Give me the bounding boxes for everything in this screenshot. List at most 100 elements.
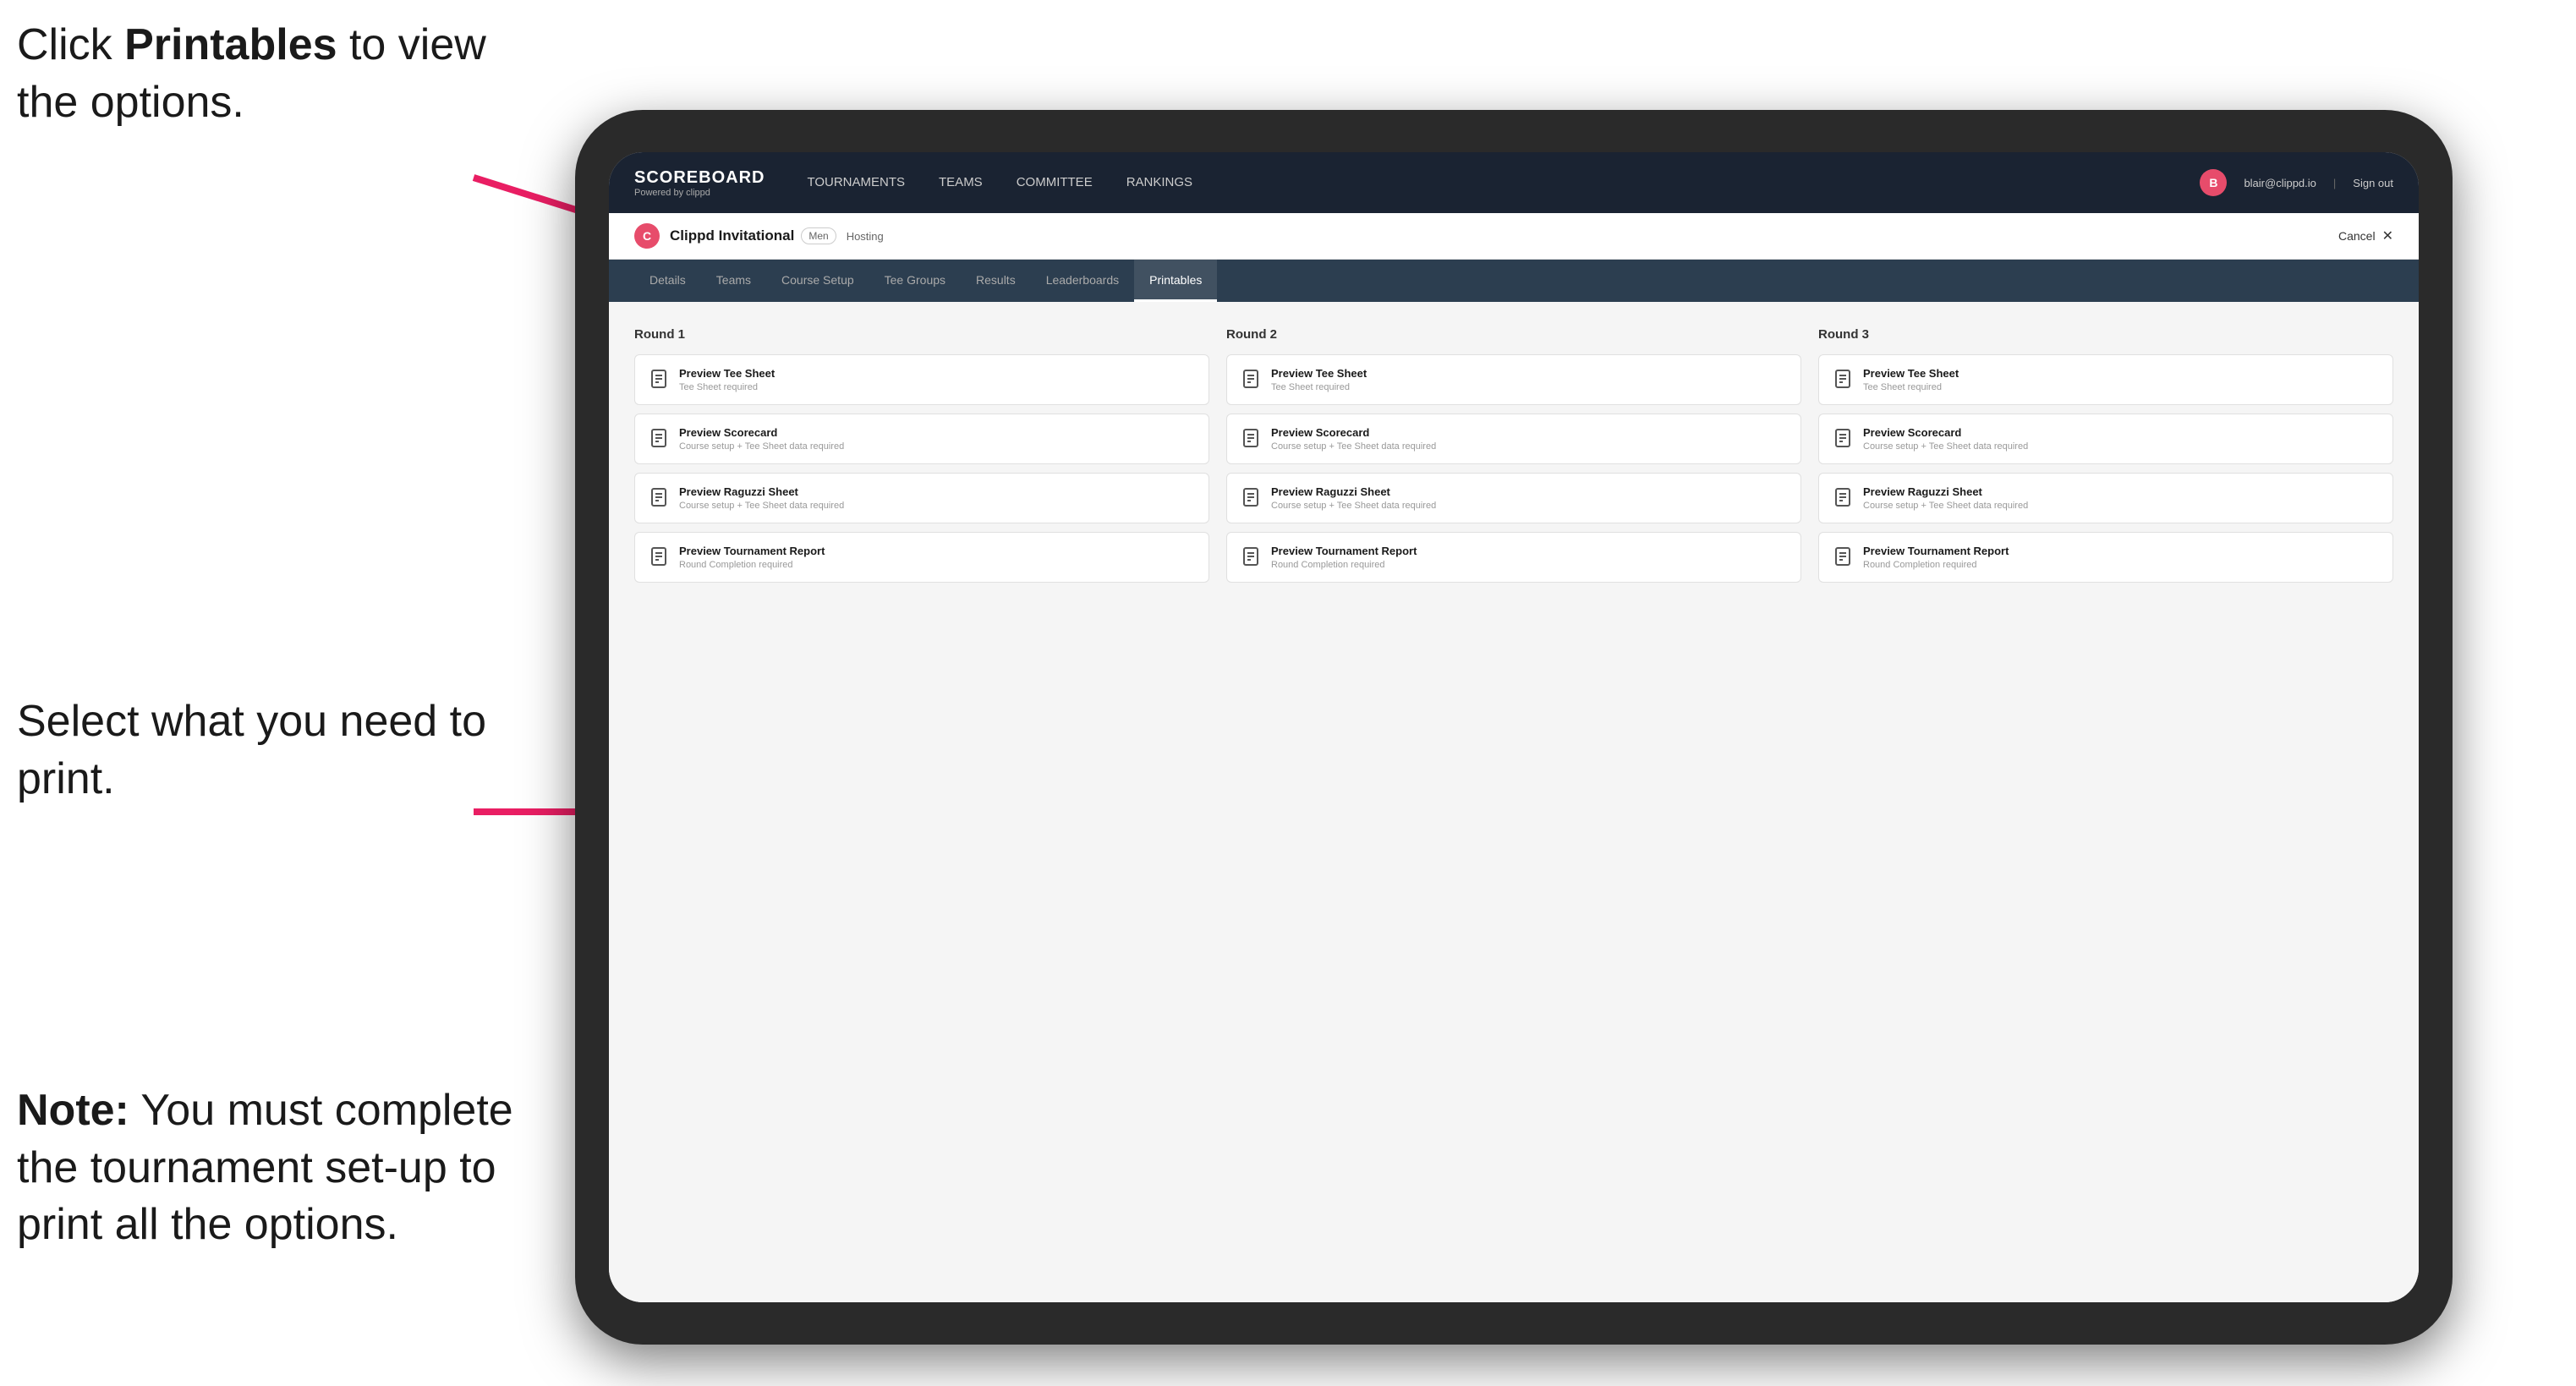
scorecard-subtitle: Course setup + Tee Sheet data required [679,441,844,452]
raguzzi-icon [649,487,669,507]
r2-report-title: Preview Tournament Report [1271,545,1417,557]
scorecard-icon [649,428,669,448]
tab-bar: Details Teams Course Setup Tee Groups Re… [609,260,2419,302]
round1-tee-sheet-card[interactable]: Preview Tee Sheet Tee Sheet required [634,354,1209,405]
brand-subtitle: Powered by clippd [634,188,765,198]
r2-raguzzi-icon [1241,487,1261,507]
instruction-bold: Printables [124,20,337,69]
r3-scorecard-content: Preview Scorecard Course setup + Tee She… [1863,426,2028,452]
round-1-title: Round 1 [634,327,1209,342]
r3-scorecard-title: Preview Scorecard [1863,426,2028,439]
scorecard-content: Preview Scorecard Course setup + Tee She… [679,426,844,452]
r3-raguzzi-title: Preview Raguzzi Sheet [1863,485,2028,498]
r3-report-content: Preview Tournament Report Round Completi… [1863,545,2009,570]
round1-report-card[interactable]: Preview Tournament Report Round Completi… [634,532,1209,583]
round-3-title: Round 3 [1818,327,2393,342]
instruction-top: Click Printables to view the options. [17,17,507,131]
r3-raguzzi-icon [1833,487,1853,507]
round-2-column: Round 2 Preview Tee Sheet [1226,327,1801,591]
rounds-container: Round 1 Preview Tee Sheet [634,327,2393,591]
r3-report-subtitle: Round Completion required [1863,560,2009,570]
nav-teams[interactable]: TEAMS [939,168,983,198]
main-content: Round 1 Preview Tee Sheet [609,302,2419,1302]
r2-report-subtitle: Round Completion required [1271,560,1417,570]
sub-header: C Clippd Invitational Men Hosting Cancel… [609,213,2419,260]
report-subtitle: Round Completion required [679,560,825,570]
r2-tee-sheet-title: Preview Tee Sheet [1271,367,1367,380]
tab-course-setup[interactable]: Course Setup [766,260,869,302]
tournament-badge: Men [801,227,836,244]
round-2-title: Round 2 [1226,327,1801,342]
raguzzi-content: Preview Raguzzi Sheet Course setup + Tee… [679,485,844,511]
r2-scorecard-subtitle: Course setup + Tee Sheet data required [1271,441,1436,452]
round-3-column: Round 3 Preview Tee Sheet [1818,327,2393,591]
r3-tee-sheet-title: Preview Tee Sheet [1863,367,1959,380]
r2-scorecard-title: Preview Scorecard [1271,426,1436,439]
round3-scorecard-card[interactable]: Preview Scorecard Course setup + Tee She… [1818,414,2393,464]
raguzzi-subtitle: Course setup + Tee Sheet data required [679,501,844,511]
r2-tee-sheet-subtitle: Tee Sheet required [1271,382,1367,392]
nav-committee[interactable]: COMMITTEE [1017,168,1093,198]
tablet-device: SCOREBOARD Powered by clippd TOURNAMENTS… [575,110,2453,1345]
r2-scorecard-content: Preview Scorecard Course setup + Tee She… [1271,426,1436,452]
tab-details[interactable]: Details [634,260,701,302]
r2-report-content: Preview Tournament Report Round Completi… [1271,545,1417,570]
report-title: Preview Tournament Report [679,545,825,557]
r3-tee-sheet-content: Preview Tee Sheet Tee Sheet required [1863,367,1959,392]
round3-tee-sheet-card[interactable]: Preview Tee Sheet Tee Sheet required [1818,354,2393,405]
r2-tee-sheet-icon [1241,369,1261,389]
r3-tee-sheet-subtitle: Tee Sheet required [1863,382,1959,392]
user-avatar: B [2200,169,2227,196]
raguzzi-title: Preview Raguzzi Sheet [679,485,844,498]
round1-raguzzi-card[interactable]: Preview Raguzzi Sheet Course setup + Tee… [634,473,1209,523]
r3-report-icon [1833,546,1853,567]
cancel-x-icon[interactable]: ✕ [2382,227,2393,244]
round3-report-card[interactable]: Preview Tournament Report Round Completi… [1818,532,2393,583]
r2-raguzzi-content: Preview Raguzzi Sheet Course setup + Tee… [1271,485,1436,511]
r2-report-icon [1241,546,1261,567]
tee-sheet-content: Preview Tee Sheet Tee Sheet required [679,367,775,392]
instruction-note-bold: Note: [17,1086,129,1135]
round1-scorecard-card[interactable]: Preview Scorecard Course setup + Tee She… [634,414,1209,464]
r2-raguzzi-subtitle: Course setup + Tee Sheet data required [1271,501,1436,511]
nav-links: TOURNAMENTS TEAMS COMMITTEE RANKINGS [807,168,2200,198]
sign-out-link[interactable]: Sign out [2353,177,2393,189]
tab-tee-groups[interactable]: Tee Groups [869,260,961,302]
tee-sheet-icon [649,369,669,389]
instruction-bottom: Note: You must complete the tournament s… [17,1082,524,1254]
nav-right: B blair@clippd.io | Sign out [2200,169,2393,196]
nav-rankings[interactable]: RANKINGS [1126,168,1192,198]
scorecard-title: Preview Scorecard [679,426,844,439]
round2-raguzzi-card[interactable]: Preview Raguzzi Sheet Course setup + Tee… [1226,473,1801,523]
brand-title: SCOREBOARD [634,168,765,188]
r3-report-title: Preview Tournament Report [1863,545,2009,557]
round2-scorecard-card[interactable]: Preview Scorecard Course setup + Tee She… [1226,414,1801,464]
r3-tee-sheet-icon [1833,369,1853,389]
r3-scorecard-icon [1833,428,1853,448]
sub-header-right: Cancel ✕ [2338,227,2393,244]
r3-scorecard-subtitle: Course setup + Tee Sheet data required [1863,441,2028,452]
round2-tee-sheet-card[interactable]: Preview Tee Sheet Tee Sheet required [1226,354,1801,405]
report-content: Preview Tournament Report Round Completi… [679,545,825,570]
round2-report-card[interactable]: Preview Tournament Report Round Completi… [1226,532,1801,583]
r3-raguzzi-subtitle: Course setup + Tee Sheet data required [1863,501,2028,511]
nav-separator: | [2333,177,2336,189]
tee-sheet-title: Preview Tee Sheet [679,367,775,380]
tournament-status: Hosting [847,230,884,243]
round-1-column: Round 1 Preview Tee Sheet [634,327,1209,591]
tablet-screen: SCOREBOARD Powered by clippd TOURNAMENTS… [609,152,2419,1302]
tee-sheet-subtitle: Tee Sheet required [679,382,775,392]
cancel-button[interactable]: Cancel [2338,229,2376,243]
r3-raguzzi-content: Preview Raguzzi Sheet Course setup + Tee… [1863,485,2028,511]
r2-scorecard-icon [1241,428,1261,448]
r2-raguzzi-title: Preview Raguzzi Sheet [1271,485,1436,498]
round3-raguzzi-card[interactable]: Preview Raguzzi Sheet Course setup + Tee… [1818,473,2393,523]
tab-printables[interactable]: Printables [1134,260,1217,302]
top-nav: SCOREBOARD Powered by clippd TOURNAMENTS… [609,152,2419,213]
tournament-name: Clippd Invitational [670,227,794,244]
tab-teams[interactable]: Teams [701,260,766,302]
tab-results[interactable]: Results [961,260,1031,302]
nav-tournaments[interactable]: TOURNAMENTS [807,168,905,198]
tab-leaderboards[interactable]: Leaderboards [1031,260,1134,302]
user-email: blair@clippd.io [2244,177,2316,189]
